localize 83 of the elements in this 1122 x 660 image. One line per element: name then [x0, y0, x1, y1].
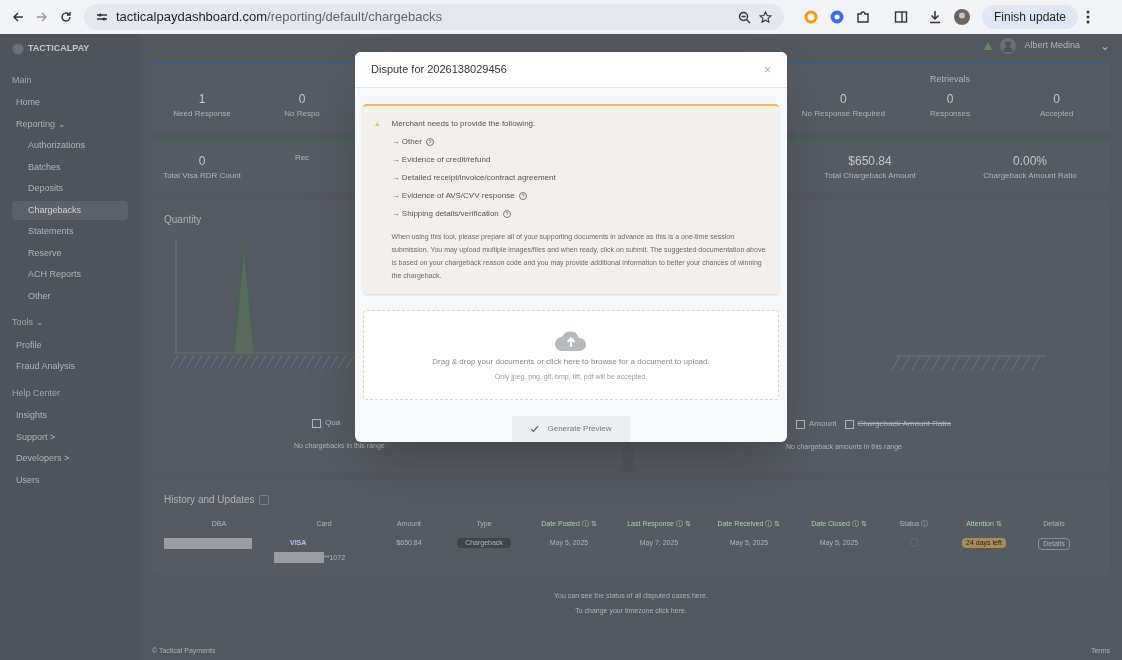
- bell-icon: [984, 42, 993, 50]
- checkbox-label: Chargeback Amount Ratio: [857, 418, 951, 430]
- sidebar-item[interactable]: Authorizations: [12, 136, 128, 156]
- dropdown-caret[interactable]: ⌄: [1100, 40, 1110, 52]
- sidebar-item[interactable]: Deposits: [12, 179, 128, 199]
- requirement-item: → Shipping details/verification: [391, 208, 499, 220]
- stat-label: Total Visa RDR Count: [163, 170, 241, 182]
- modal-title: Dispute for 2026138029456: [371, 62, 507, 78]
- sidebar-item[interactable]: Other: [12, 286, 128, 306]
- sidebar-section-title: Main: [12, 73, 33, 87]
- more-icon[interactable]: [1086, 10, 1091, 24]
- help-icon: [518, 192, 527, 200]
- sidebar-item[interactable]: Developers >: [12, 449, 128, 469]
- forward-icon[interactable]: [36, 11, 48, 23]
- finish-update-button[interactable]: Finish update: [982, 5, 1079, 29]
- stat-label: No Response Required: [801, 108, 885, 120]
- extension-icon[interactable]: [830, 10, 844, 24]
- sidebar-item[interactable]: Batches: [12, 157, 128, 177]
- stat-label: Responses: [930, 108, 970, 120]
- back-icon[interactable]: [12, 11, 24, 23]
- sidebar-item[interactable]: Support >: [12, 427, 128, 447]
- sidebar-item[interactable]: Fraud Analysis: [12, 357, 128, 377]
- sidebar-item[interactable]: Reserve: [12, 243, 128, 263]
- puzzle-icon[interactable]: [856, 10, 870, 24]
- stat-value: 0.00%: [1013, 153, 1047, 170]
- stat-value: 0: [946, 91, 954, 108]
- download-icon[interactable]: [928, 10, 942, 24]
- sidebar-item[interactable]: Insights: [12, 406, 128, 426]
- brand-name: TACTICALPAY: [28, 42, 90, 55]
- check-icon: [530, 425, 540, 433]
- refresh-icon: [909, 537, 919, 547]
- stat-label: Accepted: [1040, 108, 1074, 120]
- sidebar-item[interactable]: Statements: [12, 222, 128, 242]
- help-icon: [258, 494, 269, 505]
- redacted-block: [274, 552, 324, 563]
- stat-label: Rec: [294, 152, 310, 164]
- checkbox-label: Amount: [809, 418, 837, 430]
- dropzone-text: Drag & drop your documents or click here to browse for a document to upload.: [432, 355, 710, 368]
- sidebar-item[interactable]: Home: [12, 93, 128, 113]
- sidebar-section-title: Tools ⌄: [12, 316, 45, 329]
- side-panel-icon[interactable]: [894, 10, 908, 24]
- star-icon[interactable]: [759, 10, 772, 24]
- user-avatar-icon: [1000, 38, 1017, 54]
- url-text: tacticalpaydashboard.com/reporting/default/chargebacks: [116, 8, 443, 27]
- section-title: History and Updates: [164, 493, 255, 507]
- site-settings-icon: [96, 11, 108, 23]
- stat-value: 0: [840, 91, 847, 108]
- section-title: Retrievals: [930, 72, 970, 86]
- stat-label: Need Response: [173, 108, 231, 120]
- requirement-item: → Other: [391, 136, 422, 148]
- address-bar[interactable]: tacticalpaydashboard.com/reporting/default/chargebacks: [84, 4, 784, 30]
- stat-value: $650.84: [848, 153, 892, 170]
- checkbox[interactable]: [796, 419, 805, 429]
- requirement-item: → Evidence of AVS/CVV response: [391, 190, 515, 202]
- zoom-icon[interactable]: [738, 10, 751, 24]
- sidebar-item[interactable]: Users: [12, 470, 128, 490]
- warning-title: Merchant needs to provide the following:: [391, 118, 537, 130]
- sidebar-item[interactable]: Profile: [12, 335, 128, 355]
- requirement-item: → Detailed receipt/invoice/contract agreement: [391, 172, 556, 184]
- sidebar-item[interactable]: Reporting ⌄: [12, 114, 128, 134]
- chart-title: Quantity: [164, 213, 202, 227]
- sidebar-item[interactable]: ACH Reports: [12, 265, 128, 285]
- stat-value: 0: [198, 153, 206, 170]
- stat-label: Total Chargeback Amount: [824, 170, 916, 182]
- reload-icon[interactable]: [60, 11, 72, 23]
- checkbox[interactable]: [312, 418, 321, 428]
- stat-value: 0: [298, 91, 306, 108]
- stat-label: No Respo: [284, 108, 320, 120]
- avatar-icon[interactable]: [954, 9, 970, 25]
- sidebar-item[interactable]: Chargebacks: [12, 200, 128, 220]
- stat-label: Chargeback Amount Ratio: [983, 170, 1077, 182]
- help-icon: [502, 210, 511, 218]
- requirement-item: → Evidence of credit/refund: [391, 154, 491, 166]
- checkbox[interactable]: [844, 419, 854, 429]
- stat-value: 1: [198, 91, 206, 108]
- user-name: Albert Medina: [1024, 39, 1080, 53]
- globe-logo-icon: [12, 42, 24, 55]
- stat-value: 0: [1053, 91, 1060, 108]
- checkbox-label: Qua: [325, 417, 341, 429]
- generate-preview-button[interactable]: Generate Preview: [512, 416, 630, 442]
- close-button[interactable]: ×: [764, 60, 771, 79]
- sidebar-section-title: Help Center: [12, 386, 62, 400]
- help-icon: [425, 138, 434, 146]
